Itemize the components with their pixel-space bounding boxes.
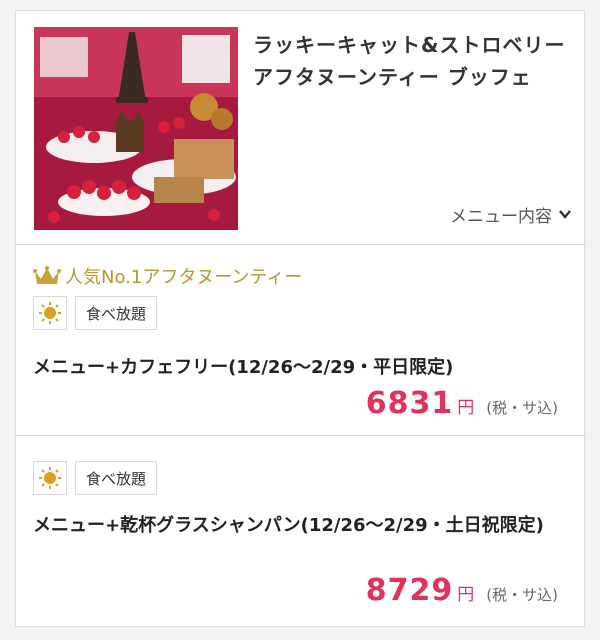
- popular-badge-label: 人気No.1アフタヌーンティー: [65, 267, 303, 288]
- all-you-can-eat-tag: 食べ放題: [75, 461, 158, 495]
- plan-title: ラッキーキャット&ストロベリー アフタヌーンティー ブッフェ: [253, 33, 566, 89]
- offer-tags: 食べ放題: [33, 296, 158, 330]
- tax-note: (税・サ込): [486, 399, 558, 417]
- sun-icon: [33, 461, 67, 495]
- offer-tags: 食べ放題: [33, 461, 158, 495]
- offer-price: 6831 円 (税・サ込): [366, 386, 558, 421]
- offer-item[interactable]: 食べ放題 メニュー+乾杯グラスシャンパン(12/26〜2/29・土日祝限定) 8…: [16, 437, 586, 627]
- popular-badge: 人気No.1アフタヌーンティー: [33, 263, 302, 289]
- menu-toggle-label: メニュー内容: [450, 206, 552, 227]
- plan-card: ラッキーキャット&ストロベリー アフタヌーンティー ブッフェ メニュー内容 人気…: [15, 10, 586, 627]
- offer-name: メニュー+乾杯グラスシャンパン(12/26〜2/29・土日祝限定): [33, 515, 544, 536]
- plan-image[interactable]: [34, 27, 238, 230]
- sun-icon: [33, 296, 67, 330]
- dessert-buffet-photo: [34, 27, 238, 230]
- price-currency: 円: [457, 398, 475, 418]
- price-amount: 8729: [365, 573, 454, 608]
- crown-icon: [33, 266, 61, 284]
- offer-item[interactable]: 人気No.1アフタヌーンティー 食べ放題 メニュー+カフェフリー(12/26〜2…: [16, 246, 586, 436]
- all-you-can-eat-tag: 食べ放題: [75, 296, 158, 330]
- price-currency: 円: [457, 585, 475, 605]
- chevron-down-icon: [559, 210, 571, 219]
- menu-details-toggle[interactable]: メニュー内容: [450, 201, 572, 227]
- offer-name: メニュー+カフェフリー(12/26〜2/29・平日限定): [33, 357, 454, 378]
- tax-note: (税・サ込): [486, 586, 558, 604]
- price-amount: 6831: [365, 386, 454, 421]
- plan-header: ラッキーキャット&ストロベリー アフタヌーンティー ブッフェ メニュー内容: [16, 11, 586, 245]
- offer-price: 8729 円 (税・サ込): [366, 573, 558, 608]
